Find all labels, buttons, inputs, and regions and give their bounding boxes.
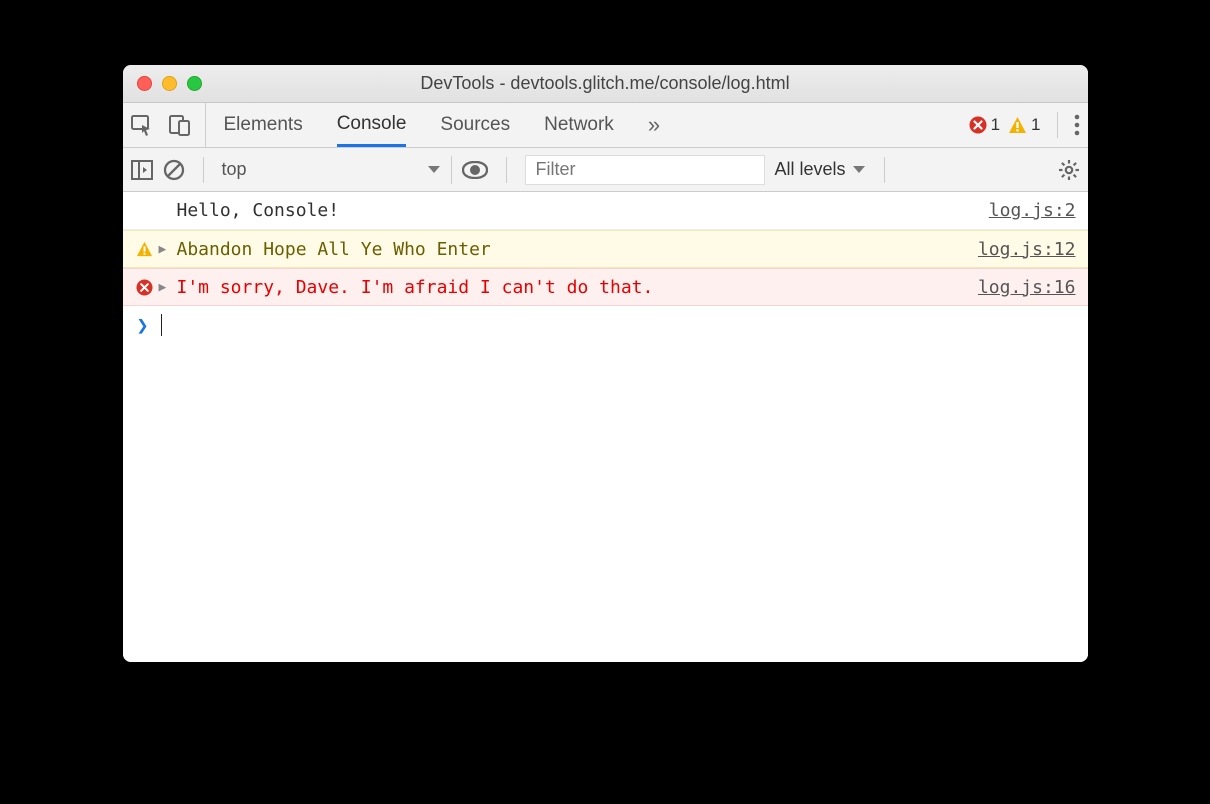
console-message-row: ▶ Abandon Hope All Ye Who Enter log.js:1… bbox=[123, 230, 1088, 268]
close-window-button[interactable] bbox=[137, 76, 152, 91]
log-levels-selector[interactable]: All levels bbox=[775, 159, 866, 180]
tab-console[interactable]: Console bbox=[337, 103, 407, 147]
console-toolbar: top All levels bbox=[123, 148, 1088, 192]
filter-input[interactable] bbox=[525, 155, 765, 185]
error-icon bbox=[969, 116, 987, 134]
warning-icon bbox=[1008, 116, 1027, 134]
prompt-caret-icon: ❯ bbox=[137, 313, 149, 337]
console-message-text: I'm sorry, Dave. I'm afraid I can't do t… bbox=[177, 277, 978, 298]
console-message-row: ▶ I'm sorry, Dave. I'm afraid I can't do… bbox=[123, 268, 1088, 306]
console-settings-gear-icon[interactable] bbox=[1058, 159, 1080, 181]
context-selector[interactable]: top bbox=[222, 156, 452, 184]
minimize-window-button[interactable] bbox=[162, 76, 177, 91]
live-expression-icon[interactable] bbox=[462, 161, 488, 179]
warning-count-badge[interactable]: 1 bbox=[1008, 115, 1040, 135]
tab-sources[interactable]: Sources bbox=[440, 103, 510, 147]
warning-count: 1 bbox=[1031, 115, 1040, 135]
divider bbox=[884, 157, 885, 183]
kebab-menu-icon[interactable] bbox=[1074, 114, 1080, 136]
tab-label: Elements bbox=[224, 114, 303, 136]
console-message-source-link[interactable]: log.js:16 bbox=[978, 277, 1076, 298]
tabs-overflow-button[interactable]: » bbox=[648, 103, 660, 147]
text-cursor bbox=[161, 314, 163, 336]
expand-toggle[interactable]: ▶ bbox=[159, 280, 177, 295]
console-message-source-link[interactable]: log.js:12 bbox=[978, 239, 1076, 260]
expand-toggle[interactable]: ▶ bbox=[159, 242, 177, 257]
error-icon bbox=[131, 279, 159, 296]
panel-tabs: Elements Console Sources Network » bbox=[224, 103, 959, 147]
tab-label: Sources bbox=[440, 114, 510, 136]
console-message-row: Hello, Console! log.js:2 bbox=[123, 192, 1088, 230]
clear-console-icon[interactable] bbox=[163, 159, 185, 181]
panel-tabbar: Elements Console Sources Network » 1 1 bbox=[123, 103, 1088, 148]
tab-elements[interactable]: Elements bbox=[224, 103, 303, 147]
window-title: DevTools - devtools.glitch.me/console/lo… bbox=[123, 73, 1088, 94]
inspect-element-icon[interactable] bbox=[131, 114, 155, 136]
tab-label: Network bbox=[544, 114, 614, 136]
zoom-window-button[interactable] bbox=[187, 76, 202, 91]
console-message-source-link[interactable]: log.js:2 bbox=[989, 200, 1076, 221]
error-count-badge[interactable]: 1 bbox=[969, 115, 1000, 135]
console-prompt[interactable]: ❯ bbox=[123, 306, 1088, 344]
divider bbox=[506, 157, 507, 183]
console-output: Hello, Console! log.js:2 ▶ Abandon Hope … bbox=[123, 192, 1088, 662]
levels-label: All levels bbox=[775, 159, 846, 180]
chevron-down-icon bbox=[852, 165, 866, 175]
titlebar: DevTools - devtools.glitch.me/console/lo… bbox=[123, 65, 1088, 103]
device-toolbar-icon[interactable] bbox=[169, 114, 191, 136]
tab-network[interactable]: Network bbox=[544, 103, 614, 147]
devtools-window: DevTools - devtools.glitch.me/console/lo… bbox=[123, 65, 1088, 662]
window-controls bbox=[137, 76, 202, 91]
divider bbox=[1057, 112, 1058, 138]
console-message-text: Hello, Console! bbox=[177, 200, 989, 221]
divider bbox=[203, 157, 204, 183]
show-console-sidebar-icon[interactable] bbox=[131, 160, 153, 180]
error-count: 1 bbox=[991, 115, 1000, 135]
context-value: top bbox=[222, 159, 247, 180]
console-message-text: Abandon Hope All Ye Who Enter bbox=[177, 239, 978, 260]
chevron-down-icon bbox=[427, 165, 441, 175]
warning-icon bbox=[131, 241, 159, 257]
tab-label: Console bbox=[337, 113, 407, 135]
